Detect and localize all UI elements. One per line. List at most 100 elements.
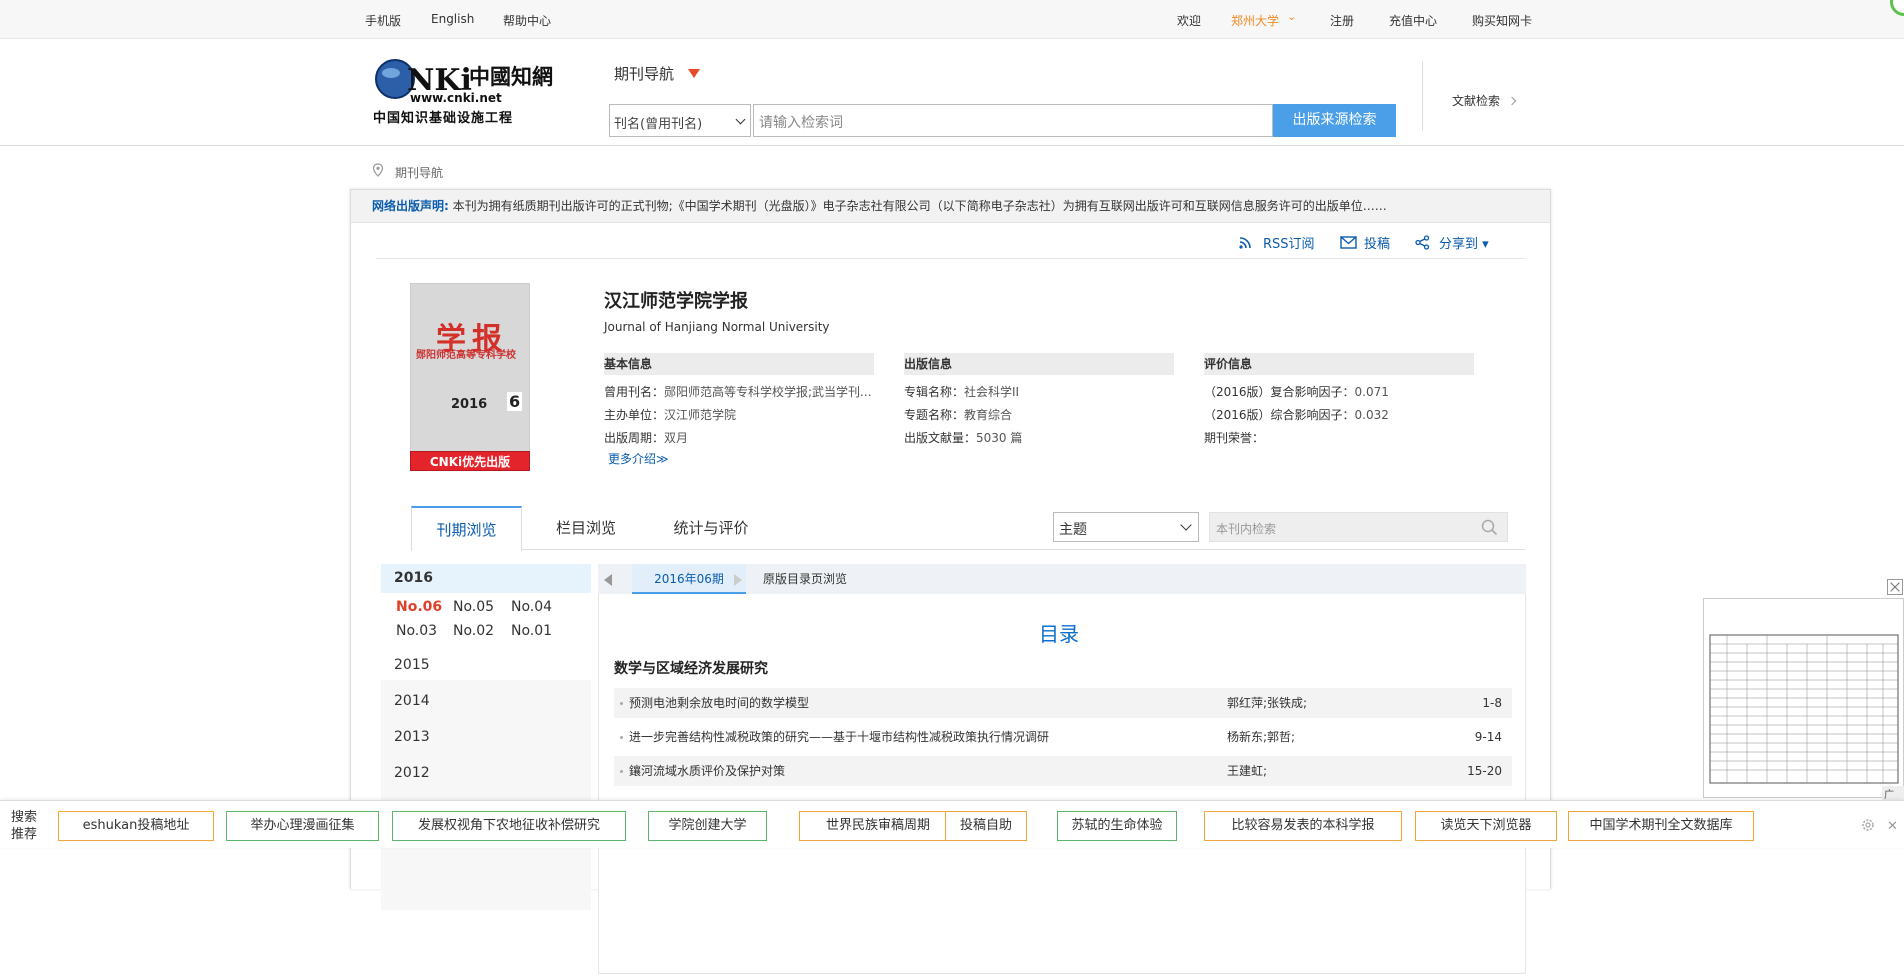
issue-no02[interactable]: No.02: [453, 623, 494, 639]
issue-no05[interactable]: No.05: [453, 599, 494, 615]
field-select[interactable]: 刊名(曾用刊名): [609, 104, 751, 137]
series-row: 专辑名称：社会科学II: [904, 383, 1019, 400]
article-authors[interactable]: 杨新东;郭哲;: [1227, 722, 1295, 752]
divider: [1422, 61, 1423, 131]
chevron-right-icon[interactable]: [1507, 96, 1517, 106]
buy-card-link[interactable]: 购买知网卡: [1472, 12, 1532, 29]
field-select-value: 刊名(曾用刊名): [614, 117, 703, 132]
next-arrow-icon[interactable]: [734, 574, 742, 586]
journal-cover-image[interactable]: 学报 郧阳师范高等专科学校 2016 6 CNKi优先出版: [410, 283, 530, 471]
comprehensive-if-row: （2016版）综合影响因子：0.032: [1204, 406, 1389, 423]
info-value: 0.071: [1354, 385, 1389, 399]
notice-label: 网络出版声明:: [372, 199, 449, 213]
recommend-chip[interactable]: 比较容易发表的本科学报: [1204, 811, 1402, 841]
info-label: 主办单位：: [604, 408, 665, 422]
article-title[interactable]: 鑲河流域水质评价及保护对策: [629, 756, 785, 786]
register-link[interactable]: 注册: [1330, 12, 1354, 29]
tab-original-toc[interactable]: 原版目录页浏览: [763, 564, 847, 594]
caret-down-icon[interactable]: [688, 69, 700, 78]
publication-notice: 网络出版声明: 本刊为拥有纸质期刊出版许可的正式刊物;《中国学术期刊（光盘版）》…: [351, 190, 1550, 223]
info-value: 教育综合: [964, 408, 1013, 422]
recommend-chip[interactable]: 发展权视角下农地征收补偿研究: [392, 811, 626, 841]
article-pages: 1-8: [1482, 696, 1502, 710]
share-icon[interactable]: [1415, 235, 1430, 250]
close-icon: [1890, 582, 1900, 592]
chevron-down-icon: [1180, 519, 1192, 531]
journal-title: 汉江师范学院学报: [604, 291, 748, 312]
user-avatar-icon[interactable]: [1890, 0, 1904, 16]
recommend-chip[interactable]: 世界民族审稿周期: [799, 811, 957, 841]
issue-no03[interactable]: No.03: [396, 623, 437, 639]
info-label: 期刊荣誉：: [1204, 431, 1265, 445]
university-link[interactable]: 郑州大学: [1231, 12, 1279, 29]
search-input[interactable]: 请输入检索词: [753, 104, 1273, 137]
chevron-down-icon[interactable]: ⌄: [1287, 10, 1296, 23]
recommend-chip[interactable]: 投稿自助: [945, 811, 1027, 841]
year-list: [381, 680, 591, 910]
article-authors[interactable]: 王建虹;: [1227, 756, 1267, 786]
section-title: 数学与区域经济发展研究: [614, 661, 768, 677]
rss-subscribe-link[interactable]: RSS订阅: [1263, 233, 1315, 252]
ad-banner[interactable]: [1703, 598, 1904, 798]
recommend-chip[interactable]: 中国学术期刊全文数据库: [1568, 811, 1754, 841]
eval-info-heading: 评价信息: [1204, 353, 1474, 375]
recommend-chip[interactable]: eshukan投稿地址: [58, 811, 214, 841]
gear-icon[interactable]: [1860, 817, 1876, 833]
article-title[interactable]: 预测电池剩余放电时间的数学模型: [629, 688, 809, 718]
help-link[interactable]: 帮助中心: [503, 12, 551, 29]
bullet-icon: [620, 702, 623, 705]
article-row: 进一步完善结构性减税政策的研究——基于十堰市结构性减税政策执行情况调研 杨新东;…: [614, 722, 1512, 752]
recommend-chip[interactable]: 苏轼的生命体验: [1057, 811, 1177, 841]
recommend-label: 搜索推荐: [11, 810, 38, 842]
tab-issue-browse[interactable]: 刊期浏览: [411, 506, 522, 551]
journal-nav-menu[interactable]: 期刊导航: [614, 63, 674, 84]
in-journal-search-input[interactable]: 本刊内检索: [1209, 512, 1508, 542]
tab-column-browse[interactable]: 栏目浏览: [536, 506, 636, 550]
sponsor-row: 主办单位：汉江师范学院: [604, 406, 736, 423]
search-icon[interactable]: [1481, 519, 1498, 536]
recommend-chip[interactable]: 读览天下浏览器: [1415, 811, 1557, 841]
journal-english-title: Journal of Hanjiang Normal University: [604, 320, 830, 334]
submit-manuscript-link[interactable]: 投稿: [1364, 233, 1390, 252]
chevron-down-icon: [735, 114, 746, 125]
source-search-button[interactable]: 出版来源检索: [1273, 104, 1396, 137]
close-icon[interactable]: ✕: [1887, 819, 1898, 834]
more-intro-link[interactable]: 更多介绍≫: [608, 450, 669, 467]
prev-arrow-icon[interactable]: [604, 574, 612, 586]
english-link[interactable]: English: [431, 12, 474, 26]
issue-no04[interactable]: No.04: [511, 599, 552, 615]
year-2016-header[interactable]: 2016: [381, 564, 591, 593]
info-label: （2016版）复合影响因子：: [1204, 385, 1355, 399]
article-count-row: 出版文献量：5030 篇: [904, 429, 1022, 446]
article-row: 预测电池剩余放电时间的数学模型 郭红萍;张铁成; 1-8: [614, 688, 1512, 718]
composite-if-row: （2016版）复合影响因子：0.071: [1204, 383, 1389, 400]
info-value: 汉江师范学院: [664, 408, 737, 422]
recommend-chip[interactable]: 举办心理漫画征集: [226, 811, 379, 841]
ad-close-button[interactable]: [1887, 579, 1903, 595]
mail-icon[interactable]: [1340, 236, 1357, 249]
breadcrumb[interactable]: 期刊导航: [395, 164, 443, 181]
year-item[interactable]: 2015: [394, 657, 430, 673]
mobile-link[interactable]: 手机版: [365, 12, 401, 29]
search-recommend-bar: 搜索推荐 eshukan投稿地址 举办心理漫画征集 发展权视角下农地征收补偿研究 学院…: [0, 800, 1904, 848]
share-menu[interactable]: 分享到 ▾: [1439, 233, 1489, 252]
issue-no01[interactable]: No.01: [511, 623, 552, 639]
topic-select[interactable]: 主题: [1053, 512, 1199, 542]
issue-no06[interactable]: No.06: [396, 599, 442, 615]
article-authors[interactable]: 郭红萍;张铁成;: [1227, 688, 1307, 718]
toc-heading: 目录: [1039, 622, 1079, 646]
welcome-text: 欢迎: [1177, 14, 1202, 28]
tab-statistics[interactable]: 统计与评价: [651, 506, 771, 550]
year-item[interactable]: 2014: [394, 693, 430, 709]
recharge-link[interactable]: 充值中心: [1389, 12, 1437, 29]
article-title[interactable]: 进一步完善结构性减税政策的研究——基于十堰市结构性减税政策执行情况调研: [629, 722, 1049, 752]
year-item[interactable]: 2013: [394, 729, 430, 745]
rss-icon[interactable]: [1238, 236, 1252, 250]
literature-search-link[interactable]: 文献检索: [1452, 92, 1500, 109]
recommend-chip[interactable]: 学院创建大学: [648, 811, 767, 841]
info-value: 郧阳师范高等专科学校学报;武当学刊...: [664, 385, 872, 399]
svg-text:中國知網: 中國知網: [469, 64, 553, 89]
location-pin-icon: [372, 163, 384, 177]
tab-current-issue[interactable]: 2016年06期: [632, 564, 746, 594]
year-item[interactable]: 2012: [394, 765, 430, 781]
